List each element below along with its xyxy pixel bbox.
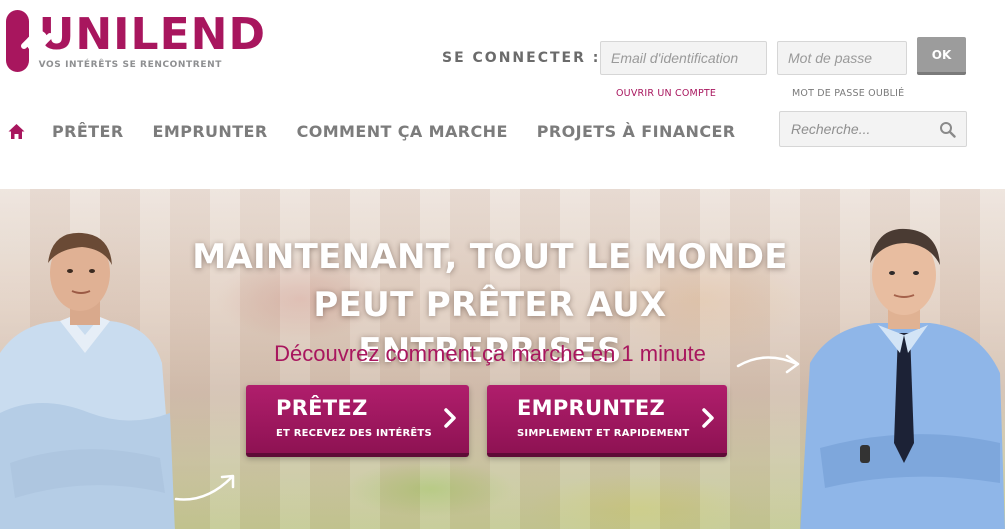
person-right-image: [800, 228, 1005, 529]
hero-subtitle[interactable]: Découvrez comment ça marche en 1 minute: [190, 341, 790, 367]
logo-mark-icon: [6, 10, 53, 72]
search-icon[interactable]: [939, 121, 956, 138]
lend-cta-subtitle: ET RECEVEZ DES INTÉRÊTS: [276, 428, 432, 439]
email-field[interactable]: [600, 41, 767, 75]
search-input[interactable]: [780, 112, 930, 146]
chevron-right-icon: [702, 408, 714, 428]
nav-item-preter[interactable]: PRÊTER: [52, 122, 124, 141]
lend-cta-button[interactable]: PRÊTEZ ET RECEVEZ DES INTÉRÊTS: [246, 385, 469, 457]
brand-logo[interactable]: UNILEND VOS INTÉRÊTS SE RENCONTRENT: [6, 10, 266, 74]
hero-title-line1: MAINTENANT, TOUT LE MONDE: [192, 237, 788, 277]
borrow-cta-button[interactable]: EMPRUNTEZ SIMPLEMENT ET RAPIDEMENT: [487, 385, 727, 457]
person-left-image: [0, 232, 175, 529]
home-icon[interactable]: [8, 123, 25, 140]
nav-item-projets[interactable]: PROJETS À FINANCER: [537, 122, 736, 141]
login-label: SE CONNECTER :: [442, 50, 601, 66]
borrow-cta-title: EMPRUNTEZ: [517, 396, 666, 420]
password-field[interactable]: [777, 41, 907, 75]
open-account-link[interactable]: OUVRIR UN COMPTE: [616, 88, 716, 99]
nav-item-comment-ca-marche[interactable]: COMMENT ÇA MARCHE: [297, 122, 508, 141]
search-box: [779, 111, 967, 147]
curved-arrow-up-icon: [174, 474, 235, 501]
page: UNILEND VOS INTÉRÊTS SE RENCONTRENT SE C…: [0, 0, 1005, 529]
hero-banner: MAINTENANT, TOUT LE MONDE PEUT PRÊTER AU…: [0, 189, 1005, 529]
borrow-cta-subtitle: SIMPLEMENT ET RAPIDEMENT: [517, 428, 690, 439]
brand-tagline: VOS INTÉRÊTS SE RENCONTRENT: [38, 60, 222, 70]
brand-name: UNILEND: [38, 9, 266, 60]
nav-item-emprunter[interactable]: EMPRUNTER: [153, 122, 268, 141]
curved-arrow-right-icon: [736, 354, 800, 374]
login-submit-button[interactable]: OK: [917, 37, 966, 75]
lend-cta-title: PRÊTEZ: [276, 396, 368, 420]
main-nav: PRÊTER EMPRUNTER COMMENT ÇA MARCHE PROJE…: [8, 116, 765, 146]
chevron-right-icon: [444, 408, 456, 428]
forgot-password-link[interactable]: MOT DE PASSE OUBLIÉ: [792, 88, 904, 99]
